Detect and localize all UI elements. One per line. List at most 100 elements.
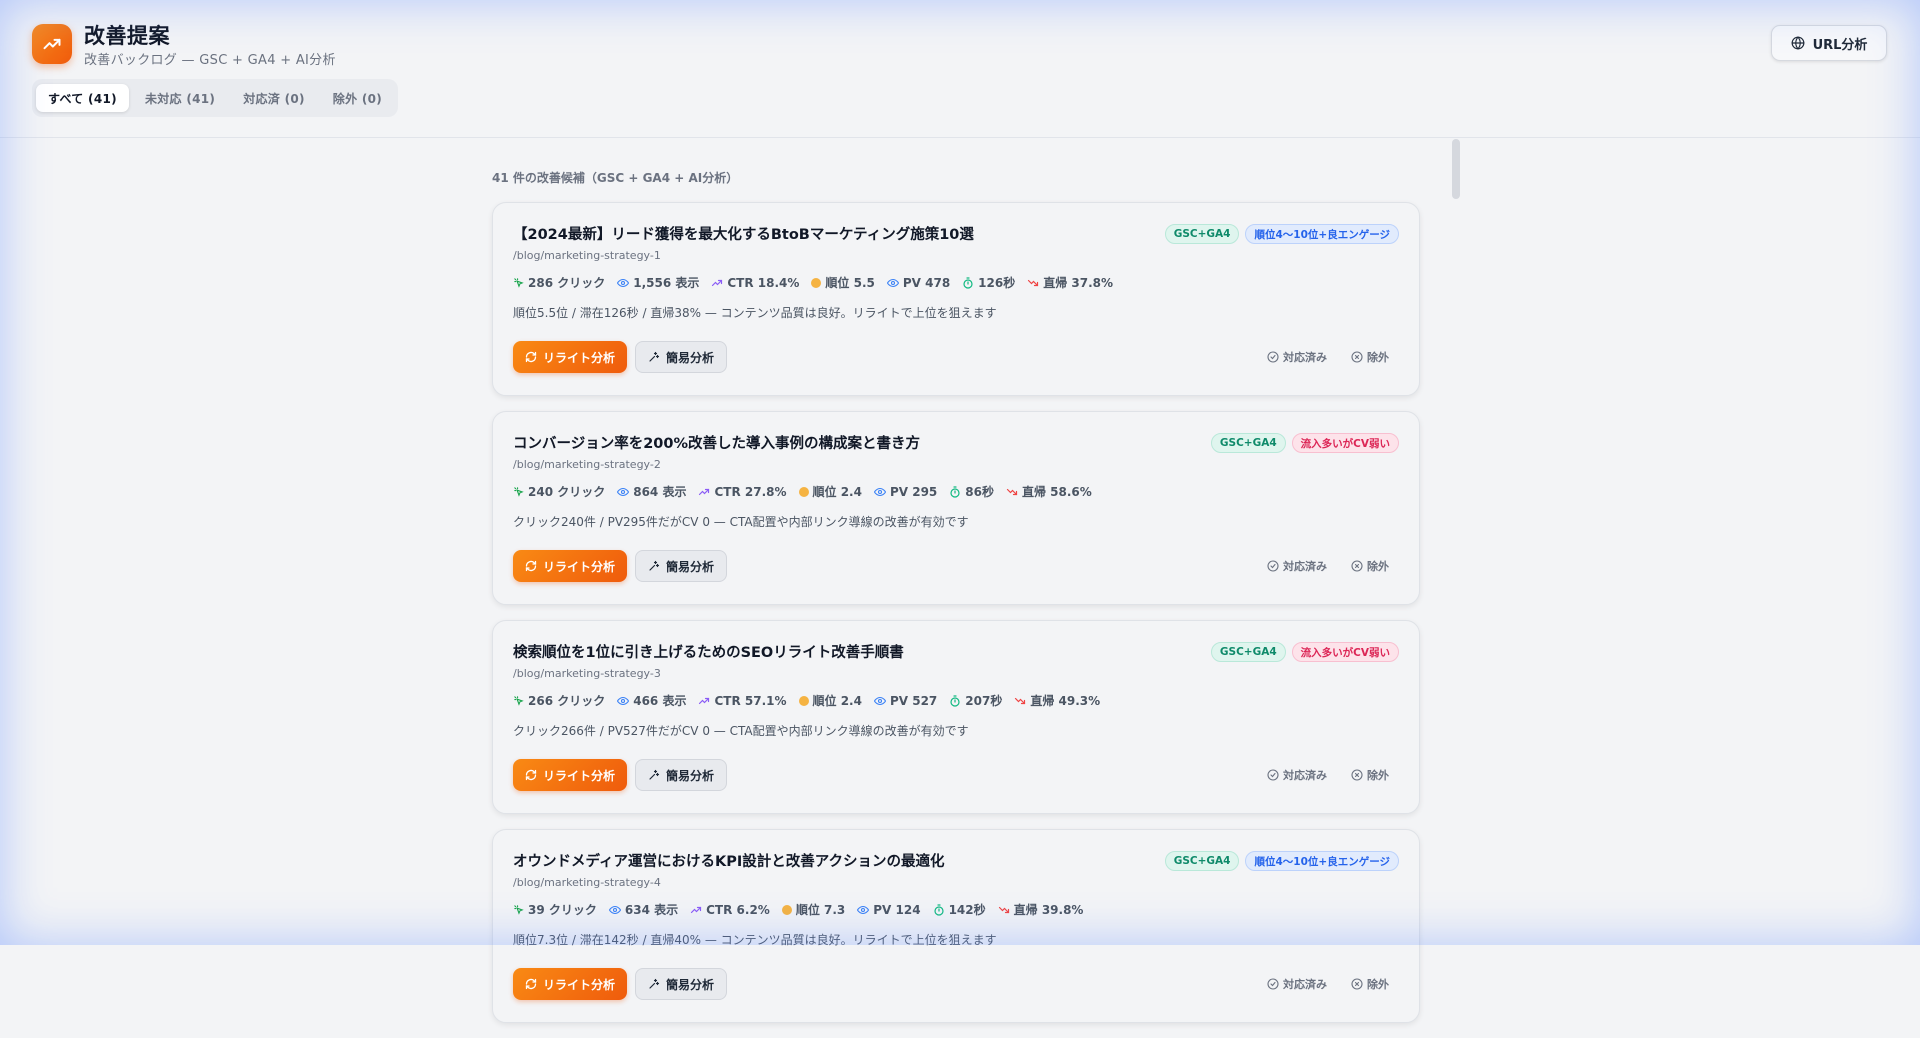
trend-down-icon bbox=[1014, 695, 1026, 707]
trend-up-icon bbox=[690, 904, 702, 916]
card-title[interactable]: オウンドメディア運営におけるKPI設計と改善アクションの最適化 bbox=[513, 850, 945, 871]
card-metrics: 266 クリック 466 表示 CTR 57.1% 順位 2.4 PV 527 … bbox=[513, 692, 1100, 709]
x-circle-icon bbox=[1351, 560, 1363, 572]
url-analysis-button[interactable]: URL分析 bbox=[1771, 25, 1887, 61]
card-path: /blog/marketing-strategy-3 bbox=[513, 667, 661, 680]
trend-up-icon bbox=[698, 695, 710, 707]
rewrite-analysis-button[interactable]: リライト分析 bbox=[513, 341, 628, 373]
source-badge: GSC+GA4 bbox=[1210, 642, 1286, 662]
card-metrics: 240 クリック 864 表示 CTR 27.8% 順位 2.4 PV 295 … bbox=[513, 483, 1092, 500]
results-summary: 41 件の改善候補（GSC + GA4 + AI分析） bbox=[492, 171, 739, 185]
metric-bounce: 直帰 49.3% bbox=[1014, 692, 1100, 709]
x-circle-icon bbox=[1351, 351, 1363, 363]
card-badges: GSC+GA4 順位4〜10位+良エンゲージ bbox=[1164, 224, 1399, 244]
rank-dot-icon bbox=[781, 904, 792, 915]
card-note: クリック266件 / PV527件だがCV 0 — CTA配置や内部リンク導線の… bbox=[513, 724, 969, 738]
x-circle-icon bbox=[1351, 769, 1363, 781]
card-title[interactable]: 【2024最新】リード獲得を最大化するBtoBマーケティング施策10選 bbox=[513, 223, 974, 244]
tab-pending[interactable]: 未対応 (41) bbox=[133, 84, 227, 112]
metric-clicks: 266 クリック bbox=[513, 692, 605, 709]
metric-pv: PV 527 bbox=[873, 692, 937, 709]
card-path: /blog/marketing-strategy-2 bbox=[513, 458, 661, 471]
card-actions: リライト分析 簡易分析 bbox=[513, 968, 728, 1000]
rewrite-analysis-button[interactable]: リライト分析 bbox=[513, 550, 628, 582]
trend-up-icon bbox=[711, 277, 723, 289]
tab-done[interactable]: 対応済 (0) bbox=[231, 84, 317, 112]
check-circle-icon bbox=[1267, 560, 1279, 572]
exclude-button[interactable]: 除外 bbox=[1351, 558, 1389, 574]
metric-clicks: 240 クリック bbox=[513, 483, 605, 500]
refresh-icon bbox=[525, 978, 537, 990]
eye-icon bbox=[617, 277, 630, 289]
metric-impressions: 1,556 表示 bbox=[617, 274, 699, 291]
url-analysis-label: URL分析 bbox=[1812, 37, 1868, 53]
quick-analysis-button[interactable]: 簡易分析 bbox=[635, 341, 728, 373]
card-badges: GSC+GA4 流入多いがCV弱い bbox=[1210, 642, 1399, 662]
mark-done-button[interactable]: 対応済み bbox=[1267, 349, 1327, 365]
tab-all[interactable]: すべて (41) bbox=[36, 84, 129, 112]
metric-rank: 順位 2.4 bbox=[798, 483, 862, 500]
source-badge: GSC+GA4 bbox=[1210, 433, 1286, 453]
check-circle-icon bbox=[1267, 351, 1279, 363]
card-actions: リライト分析 簡易分析 bbox=[513, 550, 728, 582]
trend-up-icon bbox=[698, 486, 710, 498]
click-icon bbox=[513, 695, 524, 706]
card-badges: GSC+GA4 流入多いがCV弱い bbox=[1210, 433, 1399, 453]
mark-done-button[interactable]: 対応済み bbox=[1267, 767, 1327, 783]
rank-dot-icon bbox=[811, 277, 822, 288]
metric-pv: PV 124 bbox=[857, 901, 921, 918]
trend-down-icon bbox=[998, 904, 1010, 916]
exclude-button[interactable]: 除外 bbox=[1351, 349, 1389, 365]
metric-dwell: 142秒 bbox=[933, 901, 986, 918]
page-subtitle: 改善バックログ — GSC + GA4 + AI分析 bbox=[84, 53, 336, 68]
source-badge: GSC+GA4 bbox=[1164, 851, 1240, 871]
mark-done-button[interactable]: 対応済み bbox=[1267, 558, 1327, 574]
card-status-actions: 対応済み 除外 bbox=[1267, 976, 1389, 992]
rewrite-analysis-button[interactable]: リライト分析 bbox=[513, 759, 628, 791]
sparkles-icon bbox=[648, 978, 660, 990]
card-title[interactable]: コンバージョン率を200%改善した導入事例の構成案と書き方 bbox=[513, 432, 920, 453]
eye-icon bbox=[873, 695, 886, 707]
mark-done-button[interactable]: 対応済み bbox=[1267, 976, 1327, 992]
quick-analysis-button[interactable]: 簡易分析 bbox=[635, 968, 728, 1000]
quick-analysis-button[interactable]: 簡易分析 bbox=[635, 550, 728, 582]
metric-clicks: 39 クリック bbox=[513, 901, 597, 918]
metric-ctr: CTR 27.8% bbox=[698, 483, 787, 500]
trend-down-icon bbox=[1027, 277, 1039, 289]
card-badges: GSC+GA4 順位4〜10位+良エンゲージ bbox=[1164, 851, 1399, 871]
quick-analysis-button[interactable]: 簡易分析 bbox=[635, 759, 728, 791]
metric-bounce: 直帰 58.6% bbox=[1006, 483, 1092, 500]
metric-dwell: 207秒 bbox=[949, 692, 1002, 709]
tab-excluded[interactable]: 除外 (0) bbox=[321, 84, 394, 112]
metric-impressions: 634 表示 bbox=[608, 901, 678, 918]
metric-pv: PV 478 bbox=[886, 274, 950, 291]
click-icon bbox=[513, 486, 524, 497]
suggestion-card: 検索順位を1位に引き上げるためのSEOリライト改善手順書 /blog/marke… bbox=[492, 620, 1420, 814]
metric-impressions: 864 表示 bbox=[617, 483, 686, 500]
timer-icon bbox=[949, 485, 961, 498]
metric-dwell: 86秒 bbox=[949, 483, 994, 500]
card-path: /blog/marketing-strategy-4 bbox=[513, 876, 661, 889]
card-title[interactable]: 検索順位を1位に引き上げるためのSEOリライト改善手順書 bbox=[513, 641, 904, 662]
suggestion-card: オウンドメディア運営におけるKPI設計と改善アクションの最適化 /blog/ma… bbox=[492, 829, 1420, 1023]
page-title: 改善提案 bbox=[84, 24, 170, 48]
globe-icon bbox=[1791, 36, 1805, 50]
scrollbar-thumb[interactable] bbox=[1452, 139, 1460, 199]
metric-clicks: 286 クリック bbox=[513, 274, 605, 291]
app-header: 改善提案 改善バックログ — GSC + GA4 + AI分析 すべて (41)… bbox=[0, 0, 1920, 138]
metric-ctr: CTR 57.1% bbox=[698, 692, 787, 709]
exclude-button[interactable]: 除外 bbox=[1351, 767, 1389, 783]
metric-ctr: CTR 18.4% bbox=[711, 274, 799, 291]
card-note: 順位7.3位 / 滞在142秒 / 直帰40% — コンテンツ品質は良好。リライ… bbox=[513, 933, 997, 947]
metric-bounce: 直帰 37.8% bbox=[1027, 274, 1113, 291]
exclude-button[interactable]: 除外 bbox=[1351, 976, 1389, 992]
sparkles-icon bbox=[648, 560, 660, 572]
timer-icon bbox=[962, 276, 974, 289]
rewrite-analysis-button[interactable]: リライト分析 bbox=[513, 968, 628, 1000]
card-status-actions: 対応済み 除外 bbox=[1267, 349, 1389, 365]
rank-dot-icon bbox=[798, 486, 809, 497]
sparkles-icon bbox=[648, 351, 660, 363]
eye-icon bbox=[608, 904, 621, 916]
timer-icon bbox=[949, 694, 961, 707]
eye-icon bbox=[873, 486, 886, 498]
